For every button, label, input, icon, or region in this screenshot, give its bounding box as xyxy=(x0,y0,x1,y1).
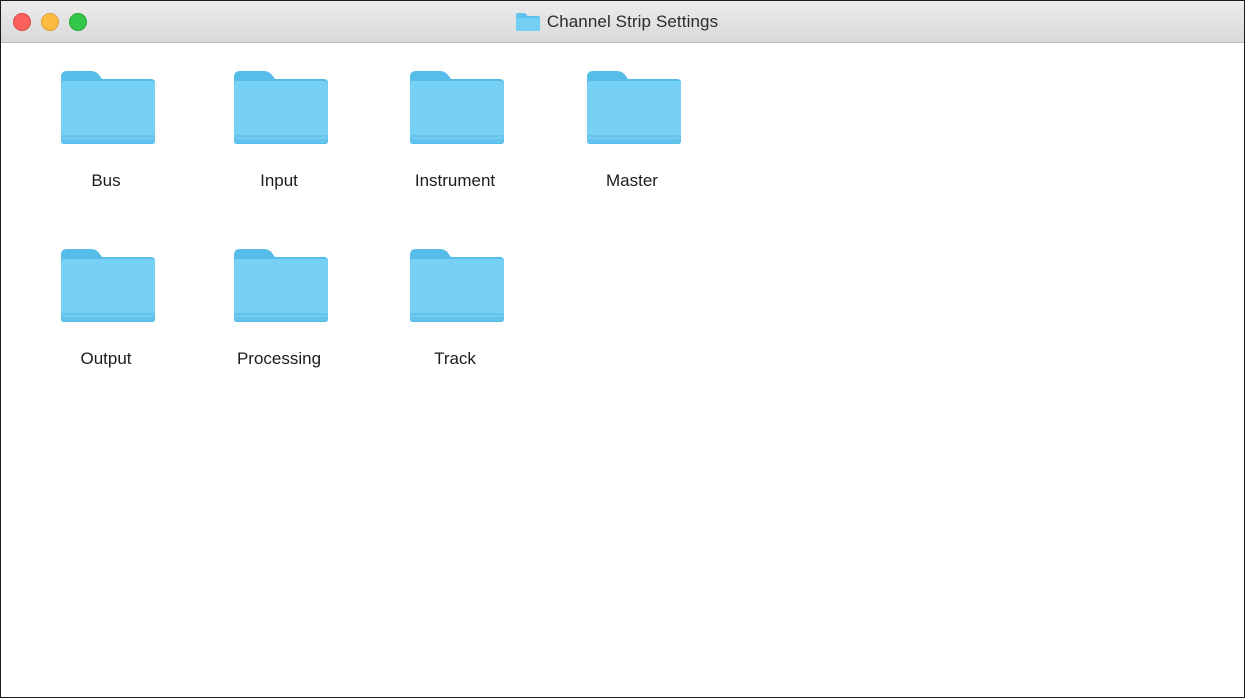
folder-item-master[interactable]: Master xyxy=(562,43,702,190)
minimize-button[interactable] xyxy=(41,13,59,31)
folder-icon xyxy=(515,12,540,31)
folder-label: Output xyxy=(80,349,132,368)
folder-item-processing[interactable]: Processing xyxy=(209,221,349,368)
folder-icon xyxy=(61,249,155,322)
folder-item-instrument[interactable]: Instrument xyxy=(385,43,525,190)
folder-label: Input xyxy=(260,171,298,190)
folder-item-track[interactable]: Track xyxy=(385,221,525,368)
window-title: Channel Strip Settings xyxy=(546,11,719,31)
folder-item-output[interactable]: Output xyxy=(36,221,176,368)
title-bar[interactable]: Channel Strip Settings xyxy=(1,1,1244,43)
folder-icon xyxy=(61,71,155,144)
window-title-area: Channel Strip Settings xyxy=(1,1,1244,42)
folder-icon xyxy=(410,249,504,322)
folder-label: Processing xyxy=(236,349,322,368)
folder-icon xyxy=(234,71,328,144)
folder-label: Master xyxy=(606,171,658,190)
zoom-button[interactable] xyxy=(69,13,87,31)
folder-icon-grid: Bus Input Instrument Master Output Proce… xyxy=(1,43,1244,697)
folder-label: Instrument xyxy=(414,171,496,190)
folder-label: Track xyxy=(434,349,476,368)
close-button[interactable] xyxy=(13,13,31,31)
folder-icon xyxy=(587,71,681,144)
folder-label: Bus xyxy=(91,171,121,190)
folder-icon xyxy=(410,71,504,144)
folder-item-bus[interactable]: Bus xyxy=(36,43,176,190)
folder-item-input[interactable]: Input xyxy=(209,43,349,190)
folder-icon xyxy=(234,249,328,322)
finder-window: Channel Strip Settings Bus Input Instrum… xyxy=(0,0,1245,698)
